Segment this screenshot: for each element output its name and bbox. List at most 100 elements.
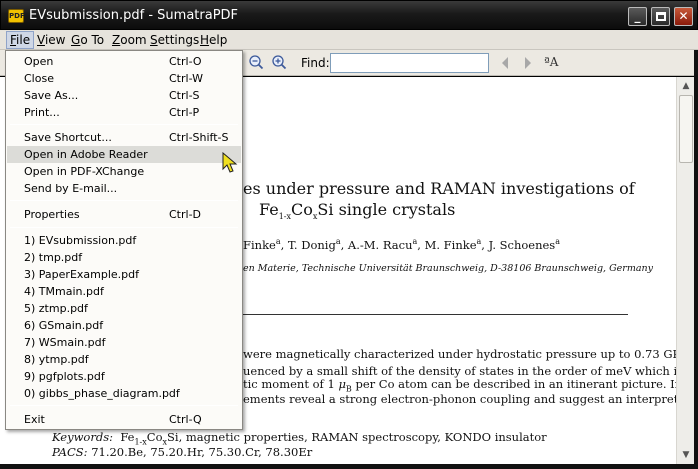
menu-view[interactable]: View	[34, 32, 68, 48]
close-button[interactable]: ✕	[674, 7, 693, 26]
menu-save-shortcut[interactable]: Save Shortcut... Ctrl-Shift-S	[7, 129, 241, 146]
title-rest: Si single crystals	[317, 200, 456, 219]
menu-open-shortcut: Ctrl-O	[169, 55, 202, 68]
kw-rest: Si, magnetic properties, RAMAN spectrosc…	[167, 430, 547, 444]
menu-print[interactable]: Print... Ctrl-P	[7, 104, 241, 121]
find-input[interactable]	[330, 53, 489, 73]
menu-close[interactable]: Close Ctrl-W	[7, 70, 241, 87]
menu-settings[interactable]: Settings	[147, 32, 202, 48]
recent-file-label: 3) PaperExample.pdf	[24, 268, 139, 281]
author-2: , T. Donig	[280, 237, 336, 252]
kw-co: Co	[146, 430, 163, 444]
menu-separator	[10, 405, 238, 406]
menu-settings-mnemonic: S	[150, 33, 158, 47]
menu-close-label: Close	[24, 72, 54, 85]
zoom-out-icon[interactable]	[248, 54, 264, 70]
title-bar: PDF EVsubmission.pdf - SumatraPDF _ ✕	[0, 0, 698, 30]
scroll-thumb[interactable]	[679, 95, 693, 163]
menu-properties[interactable]: Properties Ctrl-D	[7, 206, 241, 223]
menu-file[interactable]: File	[6, 31, 35, 49]
zoom-in-icon[interactable]	[271, 54, 287, 70]
recent-file-label: 4) TMmain.pdf	[24, 285, 104, 298]
menu-bar: File View Go To Zoom Settings Help	[0, 30, 698, 50]
file-menu-dropdown: Open Ctrl-O Close Ctrl-W Save As... Ctrl-S …	[5, 50, 243, 430]
author-4: , M. Finke	[417, 237, 477, 252]
menu-goto[interactable]: Go To	[68, 32, 107, 48]
paper-authors: Finkea, T. Doniga, A.-M. Racua, M. Finke…	[243, 237, 560, 252]
recent-file-item[interactable]: 9) pgfplots.pdf	[7, 368, 241, 385]
menu-close-shortcut: Ctrl-W	[169, 72, 203, 85]
window-frame-bottom	[0, 464, 698, 469]
recent-file-label: 6) GSmain.pdf	[24, 319, 104, 332]
title-fe: Fe	[259, 200, 279, 219]
recent-file-label: 5) ztmp.pdf	[24, 302, 88, 315]
recent-file-item[interactable]: 6) GSmain.pdf	[7, 317, 241, 334]
menu-help[interactable]: Help	[197, 32, 230, 48]
keywords-line: Keywords: Fe1-xCoxSi, magnetic propertie…	[52, 430, 547, 446]
recent-file-label: 2) tmp.pdf	[24, 251, 83, 264]
author-3: , A.-M. Racu	[340, 237, 413, 252]
title-co: Co	[291, 200, 313, 219]
paper-title-line1: es under pressure and RAMAN investigatio…	[243, 179, 635, 198]
scroll-down-icon[interactable]: ▼	[679, 448, 693, 462]
abstract-mu: μ	[338, 377, 346, 391]
keywords-label: Keywords:	[52, 430, 113, 444]
menu-open[interactable]: Open Ctrl-O	[7, 53, 241, 70]
find-next-icon[interactable]	[523, 56, 533, 74]
mouse-cursor-icon	[222, 151, 238, 174]
menu-open-in-pdf-xchange[interactable]: Open in PDF-XChange	[7, 163, 241, 180]
recent-file-item[interactable]: 2) tmp.pdf	[7, 249, 241, 266]
recent-file-label: 1) EVsubmission.pdf	[24, 234, 137, 247]
menu-file-label: ile	[16, 33, 31, 47]
author-5: , J. Schoenes	[481, 237, 556, 252]
recent-file-item[interactable]: 4) TMmain.pdf	[7, 283, 241, 300]
maximize-button[interactable]	[651, 7, 670, 26]
menu-properties-label: Properties	[24, 208, 80, 221]
sup-a5: a	[555, 237, 560, 246]
menu-send-by-email[interactable]: Send by E-mail...	[7, 180, 241, 197]
menu-settings-label: ettings	[157, 33, 200, 47]
menu-save-shortcut-label: Save Shortcut...	[24, 131, 112, 144]
recent-file-item[interactable]: 1) EVsubmission.pdf	[7, 232, 241, 249]
recent-file-label: 8) ytmp.pdf	[24, 353, 89, 366]
maximize-icon	[655, 12, 666, 21]
minimize-button[interactable]: _	[628, 7, 647, 26]
pacs-value: 71.20.Be, 75.20.Hr, 75.30.Cr, 78.30Er	[91, 445, 313, 459]
menu-separator	[10, 200, 238, 201]
menu-view-label: iew	[44, 33, 66, 47]
menu-separator	[10, 124, 238, 125]
menu-save-as[interactable]: Save As... Ctrl-S	[7, 87, 241, 104]
menu-zoom-label: oom	[120, 33, 147, 47]
menu-exit[interactable]: Exit Ctrl-Q	[7, 411, 241, 428]
paper-title-line2: Fe1-xCoxSi single crystals	[259, 200, 455, 221]
paper-affiliation: en Materie, Technische Universität Braun…	[243, 263, 653, 274]
menu-print-shortcut: Ctrl-P	[169, 106, 200, 119]
menu-view-mnemonic: V	[37, 33, 45, 47]
abstract-line-3a: tic moment of 1	[243, 377, 339, 391]
find-prev-icon[interactable]	[500, 56, 510, 74]
scroll-up-icon[interactable]: ▲	[679, 79, 693, 93]
recent-file-item[interactable]: 3) PaperExample.pdf	[7, 266, 241, 283]
recent-file-item[interactable]: 8) ytmp.pdf	[7, 351, 241, 368]
pacs-line: PACS: 71.20.Be, 75.20.Hr, 75.30.Cr, 78.3…	[52, 445, 312, 459]
menu-properties-shortcut: Ctrl-D	[169, 208, 202, 221]
menu-save-shortcut-keys: Ctrl-Shift-S	[169, 131, 229, 144]
match-case-icon[interactable]: ªA	[544, 55, 558, 69]
abstract-line-1: were magnetically characterized under hy…	[243, 347, 676, 361]
menu-help-label: elp	[209, 33, 228, 47]
abstract-line-2: uenced by a small shift of the density o…	[243, 364, 676, 378]
vertical-scrollbar[interactable]: ▲ ▼	[676, 77, 694, 464]
menu-zoom[interactable]: Zoom	[109, 32, 150, 48]
menu-open-in-adobe-reader[interactable]: Open in Adobe Reader	[7, 146, 241, 163]
menu-exit-label: Exit	[24, 413, 45, 426]
abstract-line-3: tic moment of 1 μB per Co atom can be de…	[243, 377, 676, 393]
recent-file-item[interactable]: 7) WSmain.pdf	[7, 334, 241, 351]
menu-help-mnemonic: H	[200, 33, 210, 47]
recent-file-item[interactable]: 0) gibbs_phase_diagram.pdf	[7, 385, 241, 402]
recent-file-item[interactable]: 5) ztmp.pdf	[7, 300, 241, 317]
menu-zoom-mnemonic: Z	[112, 33, 121, 47]
window-frame-right	[694, 50, 698, 469]
pacs-label: PACS:	[52, 445, 88, 459]
abstract-line-3b: per Co atom can be described in an itine…	[351, 377, 676, 391]
abstract-line-4: ements reveal a strong electron-phonon c…	[243, 392, 676, 406]
